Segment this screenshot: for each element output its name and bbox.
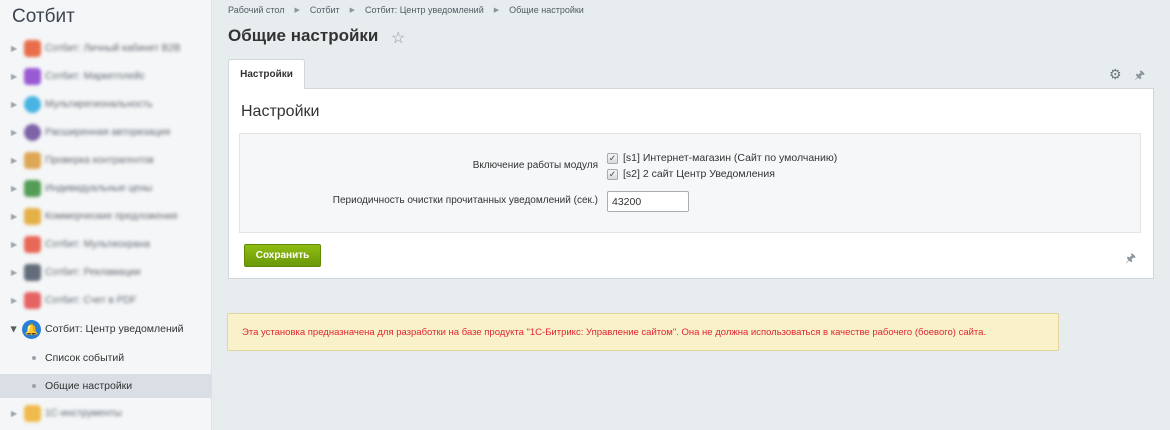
sidebar-item-auth[interactable]: ▶ Расширенная авторизация	[0, 118, 212, 146]
sidebar-item-label: Мультирегиональность	[45, 98, 153, 110]
sidebar-item-label: Сотбит: Рекламации	[45, 266, 141, 278]
dev-install-warning: Эта установка предназначена для разработ…	[227, 313, 1059, 351]
sidebar-item-label: 1С-инструменты	[45, 407, 122, 419]
offers-icon	[24, 207, 41, 225]
breadcrumb: Рабочий стол ▶ Сотбит ▶ Сотбит: Центр ув…	[228, 4, 584, 16]
tab-bar: Настройки ⚙ 🖈	[228, 59, 1154, 90]
chevron-right-icon: ▶	[349, 7, 356, 14]
settings-form: Включение работы модуля ✓ [s1] Интернет-…	[239, 133, 1141, 233]
sidebar-item-label: Индивидуальные цены	[45, 182, 153, 194]
chevron-right-icon: ▶	[11, 211, 18, 221]
sidebar-item-label: Сотбит: Личный кабинет B2B	[45, 42, 181, 54]
prices-icon	[24, 179, 41, 197]
chevron-right-icon: ▶	[11, 71, 18, 81]
sidebar-item-b2b[interactable]: ▶ Сотбит: Личный кабинет B2B	[0, 34, 212, 62]
sidebar-subitem-label: Общие настройки	[45, 380, 133, 392]
sidebar-item-label: Сотбит: Маркетплейс	[45, 70, 145, 82]
site-s2-checkbox[interactable]: ✓	[607, 169, 618, 180]
sidebar-item-security[interactable]: ▶ Сотбит: Мультиохрана	[0, 230, 212, 258]
sidebar-item-label: Сотбит: Мультиохрана	[45, 238, 150, 250]
chevron-right-icon: ▶	[11, 267, 18, 277]
chevron-right-icon: ▶	[11, 295, 18, 305]
cleanup-period-label: Периодичность очистки прочитанных уведом…	[332, 195, 598, 206]
cleanup-period-input[interactable]: 43200	[607, 191, 689, 212]
sidebar-item-label: Коммерческие предложения	[45, 210, 178, 222]
sidebar-item-label: Проверка контрагентов	[45, 154, 154, 166]
panel-title: Настройки	[241, 103, 320, 120]
pin-icon[interactable]: 🖈	[1134, 66, 1145, 87]
tab-settings[interactable]: Настройки	[228, 59, 305, 90]
breadcrumb-current[interactable]: Общие настройки	[509, 5, 584, 15]
save-button[interactable]: Сохранить	[244, 244, 321, 267]
sidebar-item-multiregion[interactable]: ▶ Мультирегиональность	[0, 90, 212, 118]
bullet-icon	[32, 356, 36, 360]
sidebar-item-prices[interactable]: ▶ Индивидуальные цены	[0, 174, 212, 202]
pin-icon[interactable]: 🖈	[1125, 249, 1136, 270]
security-icon	[24, 235, 41, 253]
claims-icon	[24, 263, 41, 281]
sidebar-item-claims[interactable]: ▶ Сотбит: Рекламации	[0, 258, 212, 286]
chevron-right-icon: ▶	[493, 7, 500, 14]
breadcrumb-desktop[interactable]: Рабочий стол	[228, 5, 285, 15]
bell-icon: 🔔	[22, 319, 41, 339]
sidebar: Сотбит ▶ Сотбит: Личный кабинет B2B ▶ Со…	[0, 0, 212, 430]
pdf-icon	[24, 291, 41, 309]
map-pin-icon	[24, 95, 41, 113]
breadcrumb-notifications[interactable]: Сотбит: Центр уведомлений	[365, 5, 484, 15]
sidebar-item-pdf[interactable]: ▶ Сотбит: Счет в PDF	[0, 286, 212, 314]
chevron-right-icon: ▶	[11, 127, 18, 137]
check-contractors-icon	[24, 151, 41, 169]
bullet-icon	[32, 384, 36, 388]
breadcrumb-sotbit[interactable]: Сотбит	[310, 5, 340, 15]
sidebar-item-label: Сотбит: Счет в PDF	[45, 294, 137, 306]
sidebar-subitem-general-settings[interactable]: Общие настройки	[0, 374, 212, 398]
sidebar-item-contractors[interactable]: ▶ Проверка контрагентов	[0, 146, 212, 174]
b2b-icon	[24, 39, 41, 57]
site-s1-checkbox[interactable]: ✓	[607, 153, 618, 164]
sidebar-item-offers[interactable]: ▶ Коммерческие предложения	[0, 202, 212, 230]
site-s1-label: [s1] Интернет-магазин (Сайт по умолчанию…	[623, 152, 838, 164]
sidebar-subitem-label: Список событий	[45, 352, 125, 364]
sidebar-item-marketplace[interactable]: ▶ Сотбит: Маркетплейс	[0, 62, 212, 90]
auth-icon	[24, 123, 41, 141]
chevron-right-icon: ▶	[11, 155, 18, 165]
chevron-right-icon: ▶	[11, 408, 18, 418]
marketplace-icon	[24, 67, 41, 85]
chevron-right-icon: ▶	[11, 99, 18, 109]
gear-icon[interactable]: ⚙	[1109, 66, 1122, 83]
settings-panel: Настройки Включение работы модуля ✓ [s1]…	[228, 89, 1154, 279]
sidebar-item-label: Сотбит: Центр уведомлений	[45, 323, 184, 335]
module-enable-label: Включение работы модуля	[472, 160, 598, 171]
sidebar-item-label: Расширенная авторизация	[45, 126, 171, 138]
tools-icon	[24, 404, 41, 422]
chevron-right-icon: ▶	[11, 43, 18, 53]
star-icon[interactable]: ☆	[391, 28, 405, 48]
chevron-down-icon: ▶	[9, 325, 19, 333]
site-s2-label: [s2] 2 сайт Центр Уведомления	[623, 168, 775, 180]
sidebar-item-1c-tools[interactable]: ▶ 1С-инструменты	[0, 399, 212, 427]
sidebar-title: Сотбит	[12, 6, 75, 27]
sidebar-item-notifications[interactable]: ▶ 🔔 Сотбит: Центр уведомлений	[0, 315, 212, 343]
chevron-right-icon: ▶	[11, 239, 18, 249]
chevron-right-icon: ▶	[294, 7, 300, 14]
page-title: Общие настройки	[228, 26, 379, 45]
chevron-right-icon: ▶	[11, 183, 18, 193]
sidebar-subitem-events[interactable]: Список событий	[0, 346, 212, 370]
